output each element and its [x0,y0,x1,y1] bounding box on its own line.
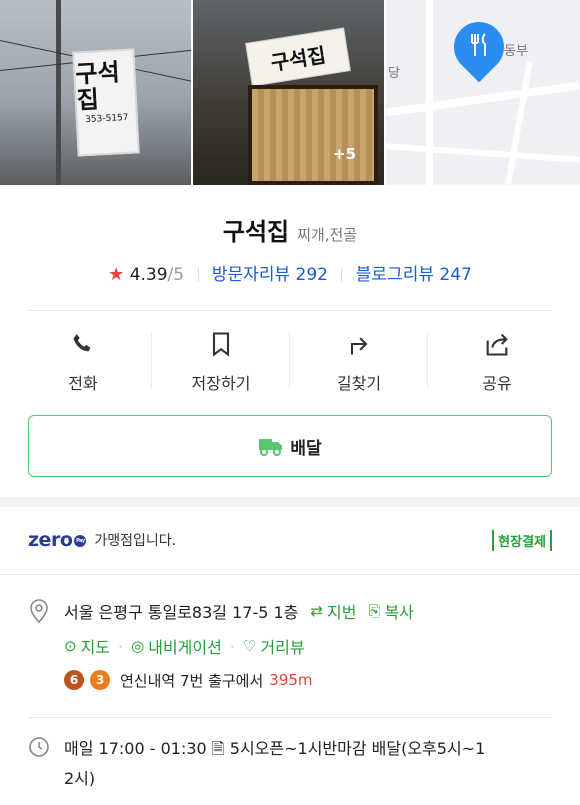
zeropay-logo-badge: Pay [74,534,87,547]
hours-note-cont: 2시) [64,769,96,788]
divider [28,310,552,311]
map-road [386,143,580,163]
map-road [505,60,533,185]
storefront-window [248,85,378,185]
copy-link[interactable]: 복사 [384,599,413,623]
sign-text: 구석집 [74,57,121,115]
hours-note: 5시오픈~1시반마감 배달(오후5시~1 [229,739,486,758]
jibun-link[interactable]: 지번 [327,599,356,623]
delivery-label: 배달 [290,438,322,459]
onsite-payment-badge: 현장결제 [492,529,552,551]
delivery-button[interactable]: 배달 [28,415,552,477]
rating-row: ★ 4.39/5 방문자리뷰 292 블로그리뷰 247 [0,260,580,285]
sign-phone: 353-5157 [84,112,129,126]
address-block: 서울 은평구 통일로83길 17-5 1층 ⇄ 지번 ⎘ 복사 ⊙ 지도 · ◎ 내… [28,598,568,692]
hours-main: 매일 17:00 - 01:30 [64,739,207,758]
hours-note-icon: 🗎 [211,739,225,758]
hours-row[interactable]: 매일 17:00 - 01:30 🗎 5시오픈~1시반마감 배달(오후5시~1 … [28,734,558,794]
visitor-review-count: 292 [295,265,328,285]
gallery-map-thumbnail[interactable]: 당 동부 [386,0,580,185]
save-button[interactable]: 저장하기 [152,330,290,400]
blog-review-link[interactable]: 블로그리뷰 247 [356,265,472,285]
map-label: 당 [388,66,400,81]
directions-button[interactable]: 길찾기 [290,330,428,400]
dot-separator: · [118,636,124,656]
store-sign: 구석집 353-5157 [72,48,140,157]
address-text: 서울 은평구 통일로83길 17-5 1층 [64,603,299,622]
star-icon: ★ [108,264,125,285]
storefront-sign: 구석집 [245,27,351,87]
gallery-photo-sign[interactable]: 구석집 353-5157 [0,0,191,185]
place-header: 구석집 찌개,전골 [0,212,580,247]
map-link[interactable]: ⊙ 지도 [64,634,110,658]
map-road [426,0,433,185]
divider [28,717,552,718]
visitor-review-link[interactable]: 방문자리뷰 292 [212,265,328,285]
blog-review-count: 247 [439,265,472,285]
dot-separator: · [229,636,235,656]
street-view-link-label: 거리뷰 [260,638,305,657]
share-icon [486,333,508,356]
subway-info: 6 3 연신내역 7번 출구에서 395m [64,668,568,692]
subway-line-3-badge: 3 [90,670,110,690]
directions-icon [350,337,368,355]
directions-label: 길찾기 [336,374,382,393]
hours-text: 매일 17:00 - 01:30 🗎 5시오픈~1시반마감 배달(오후5시~1 … [64,734,485,794]
rating-value: 4.39 [129,265,168,285]
visitor-review-label: 방문자리뷰 [211,265,291,285]
navigation-icon: ◎ [131,637,145,655]
place-name: 구석집 [222,218,290,246]
call-button[interactable]: 전화 [14,330,152,400]
map-road [386,81,580,117]
fork-knife-icon [466,30,492,60]
share-label: 공유 [482,374,512,393]
phone-icon [73,334,91,352]
navigation-link[interactable]: ◎ 내비게이션 [131,634,222,658]
photo-gallery[interactable]: 구석집 353-5157 구석집 +5 당 동부 [0,0,580,185]
zeropay-logo-text: zero [28,529,73,551]
zeropay-logo: zero Pay [28,529,87,551]
zeropay-row: zero Pay 가맹점입니다. 현장결제 [28,522,552,558]
separator [341,268,343,282]
street-view-link[interactable]: ♡ 거리뷰 [243,634,305,658]
swap-icon: ⇄ [310,602,323,620]
separator [197,268,199,282]
copy-icon: ⎘ [368,602,381,620]
subway-text: 연신내역 7번 출구에서 [120,671,264,690]
share-button[interactable]: 공유 [428,330,566,400]
street-view-icon: ♡ [242,637,257,655]
action-bar: 전화 저장하기 길찾기 공유 [14,330,566,400]
delivery-truck-icon [259,439,283,456]
map-pin-icon: ⊙ [64,637,77,655]
map-link-label: 지도 [80,638,111,657]
address-line: 서울 은평구 통일로83길 17-5 1층 ⇄ 지번 ⎘ 복사 [28,598,568,624]
map-label: 동부 [504,44,528,59]
section-band [0,497,580,507]
more-photos-badge[interactable]: +5 [333,145,356,163]
zeropay-text: 가맹점입니다. [94,533,177,549]
clock-icon [29,737,49,757]
divider [0,574,580,575]
blog-review-label: 블로그리뷰 [355,265,434,285]
navigation-link-label: 내비게이션 [148,638,222,657]
save-label: 저장하기 [191,374,251,393]
utility-pole [56,0,61,185]
subway-distance: 395m [269,671,313,689]
map-links: ⊙ 지도 · ◎ 내비게이션 · ♡ 거리뷰 [64,634,568,658]
rating-max: /5 [167,265,185,285]
gallery-photo-storefront[interactable]: 구석집 +5 [193,0,384,185]
location-pin-icon [30,599,48,624]
place-category: 찌개,전골 [297,226,358,244]
call-label: 전화 [68,374,98,393]
bookmark-icon [212,332,230,357]
subway-line-6-badge: 6 [64,670,84,690]
